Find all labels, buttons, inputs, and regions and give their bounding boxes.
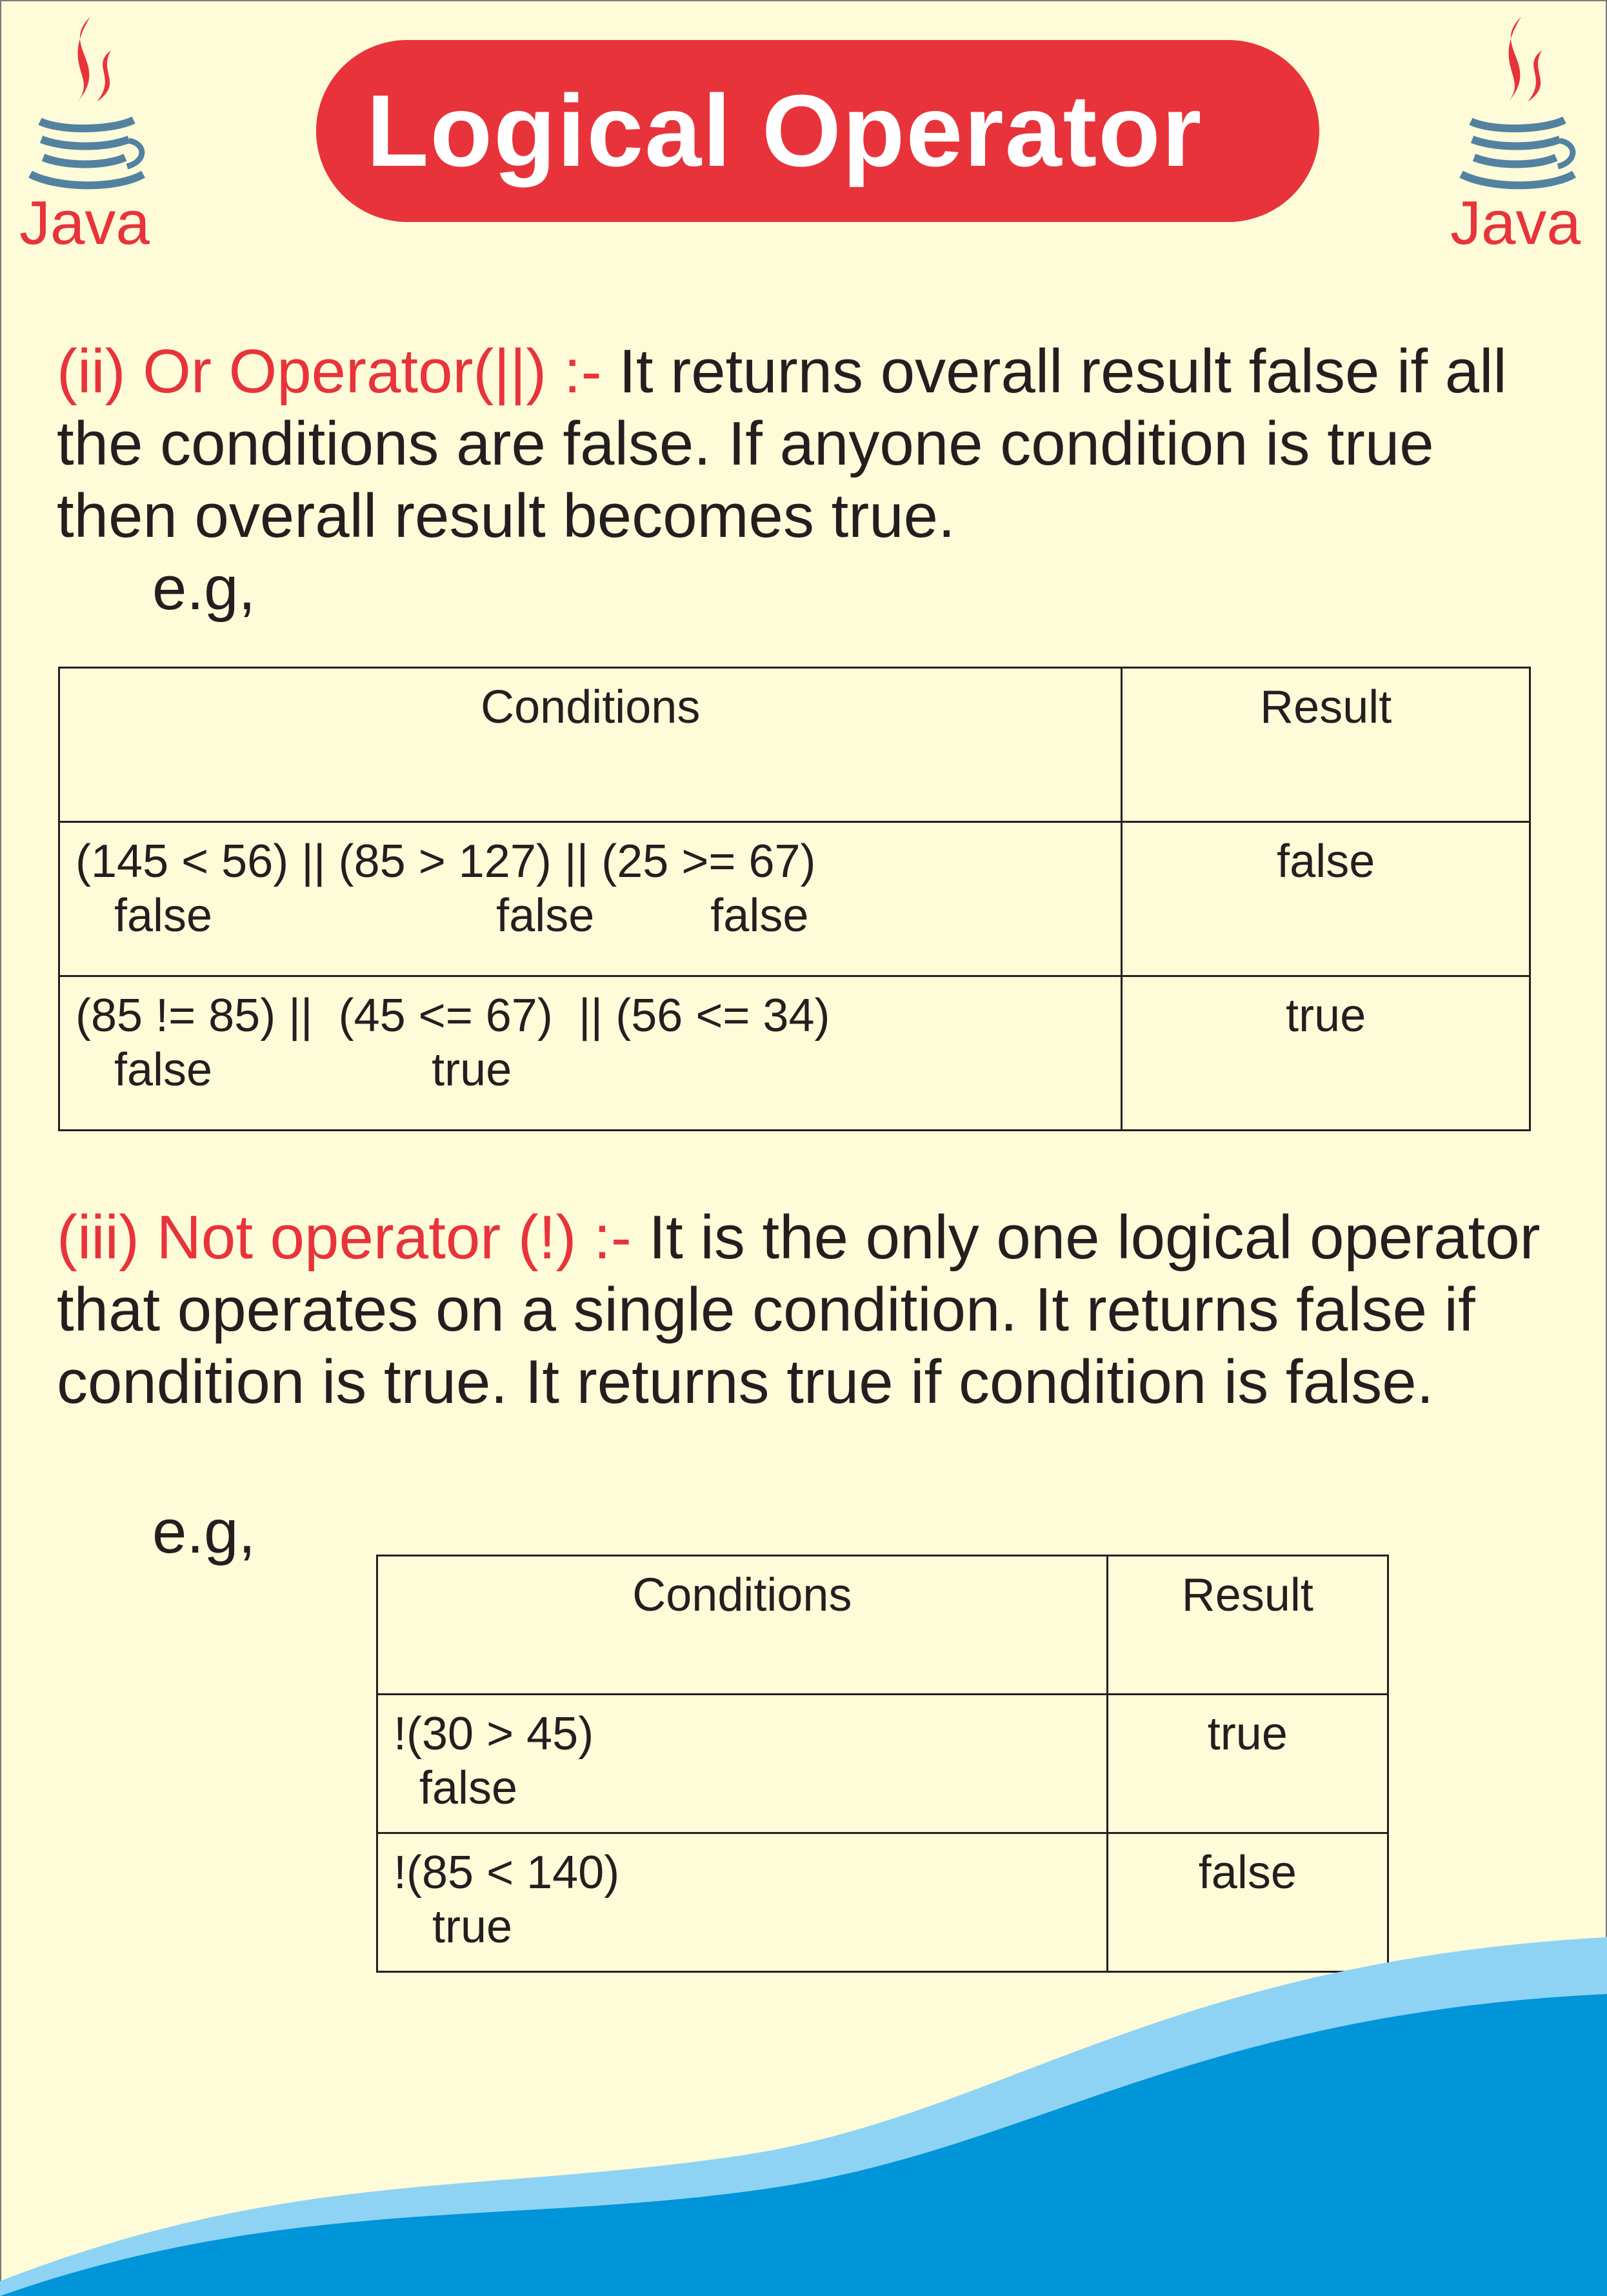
- or-operator-heading: (ii) Or Operator(||) :-: [57, 337, 602, 406]
- condition-expression: (145 < 56) || (85 > 127) || (25 >= 67): [75, 836, 816, 887]
- table-row: !(30 > 45) false true: [376, 1693, 1390, 1834]
- condition-evaluation: false false false: [75, 890, 809, 942]
- condition-expression: !(85 < 140): [394, 1847, 620, 1898]
- not-operator-heading: (iii) Not operator (!) :-: [57, 1203, 632, 1272]
- table-header-row: Conditions Result: [376, 1555, 1390, 1695]
- java-logo-right: Java: [1445, 12, 1581, 250]
- conditions-header: Conditions: [57, 667, 1123, 823]
- java-logo-icon: Java: [1450, 17, 1581, 250]
- condition-cell: !(30 > 45) false: [376, 1693, 1108, 1834]
- or-example-label: e.g,: [152, 554, 256, 623]
- condition-expression: !(30 > 45): [394, 1708, 594, 1760]
- java-logo-left: Java: [14, 12, 150, 250]
- result-cell: true: [1106, 1693, 1390, 1834]
- svg-text:Java: Java: [19, 188, 150, 250]
- or-operator-table: Conditions Result (145 < 56) || (85 > 12…: [57, 667, 1531, 1131]
- title-banner: Logical Operator: [316, 40, 1319, 222]
- condition-cell: (85 != 85) || (45 <= 67) || (56 <= 34) f…: [57, 975, 1123, 1131]
- decorative-wave: [0, 1923, 1607, 2296]
- not-example-label: e.g,: [152, 1497, 256, 1566]
- condition-cell: (145 < 56) || (85 > 127) || (25 >= 67) f…: [57, 821, 1123, 977]
- table-row: (85 != 85) || (45 <= 67) || (56 <= 34) f…: [57, 975, 1531, 1131]
- result-header: Result: [1121, 667, 1531, 823]
- condition-evaluation: false true: [75, 1044, 512, 1096]
- java-logo-icon: Java: [19, 17, 150, 250]
- result-cell: true: [1121, 975, 1531, 1131]
- not-operator-table: Conditions Result !(30 > 45) false true …: [376, 1555, 1390, 1973]
- table-row: (145 < 56) || (85 > 127) || (25 >= 67) f…: [57, 821, 1531, 977]
- table-header-row: Conditions Result: [57, 667, 1531, 823]
- condition-evaluation: false: [394, 1762, 518, 1814]
- condition-expression: (85 != 85) || (45 <= 67) || (56 <= 34): [75, 990, 830, 1042]
- wave-icon: [0, 1937, 1607, 2296]
- conditions-header: Conditions: [376, 1555, 1108, 1695]
- page-title: Logical Operator: [366, 74, 1203, 188]
- not-operator-description: (iii) Not operator (!) :- It is the only…: [57, 1202, 1560, 1418]
- svg-text:Java: Java: [1450, 188, 1581, 250]
- result-cell: false: [1121, 821, 1531, 977]
- or-operator-description: (ii) Or Operator(||) :- It returns overa…: [57, 336, 1560, 552]
- result-header: Result: [1106, 1555, 1390, 1695]
